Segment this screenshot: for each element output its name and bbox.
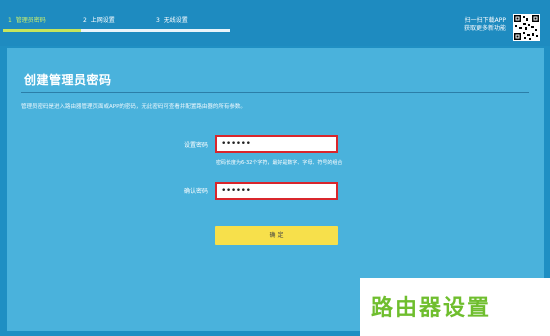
- set-password-label: 设置密码: [183, 142, 208, 149]
- title-divider: [21, 92, 529, 93]
- step-label: 无线设置: [163, 17, 188, 24]
- password-hint: 密码长度为6-32个字符，最好是数字、字母、符号的组合: [216, 160, 343, 166]
- description-text: 管理员密码是进入路由器管理页面或APP的密码，无此密码可查看并配置路由器的所有参…: [21, 104, 246, 110]
- step-3-wireless-settings[interactable]: 3 无线设置: [156, 17, 188, 24]
- step-label: 管理员密码: [15, 17, 46, 24]
- step-2-internet-settings[interactable]: 2 上网设置: [83, 17, 115, 24]
- top-header: 1 管理员密码 2 上网设置 3 无线设置 扫一扫下载APP 获取更多新功能: [0, 0, 550, 46]
- step-progress-bar: [81, 29, 155, 32]
- step-progress-bar: [155, 29, 230, 32]
- step-number: 2: [83, 17, 87, 24]
- step-number: 3: [156, 17, 160, 24]
- step-label: 上网设置: [90, 17, 115, 24]
- app-promo-line-1: 扫一扫下载APP: [464, 17, 506, 24]
- step-number: 1: [8, 17, 12, 24]
- qr-code-icon: [513, 14, 540, 41]
- confirm-button[interactable]: 确 定: [215, 226, 338, 245]
- set-password-field[interactable]: ••••••: [215, 135, 338, 153]
- app-promo-line-2: 获取更多新功能: [463, 25, 506, 32]
- confirm-password-field[interactable]: ••••••: [215, 182, 338, 200]
- watermark-banner: 路由器设置: [360, 278, 550, 336]
- confirm-password-label: 确认密码: [183, 188, 208, 195]
- app-download-text: 扫一扫下载APP 获取更多新功能: [446, 17, 506, 33]
- page-title: 创建管理员密码: [24, 73, 112, 87]
- step-1-admin-password[interactable]: 1 管理员密码: [8, 17, 46, 24]
- watermark-text: 路由器设置: [371, 295, 492, 321]
- step-progress-bar-active: [3, 29, 81, 32]
